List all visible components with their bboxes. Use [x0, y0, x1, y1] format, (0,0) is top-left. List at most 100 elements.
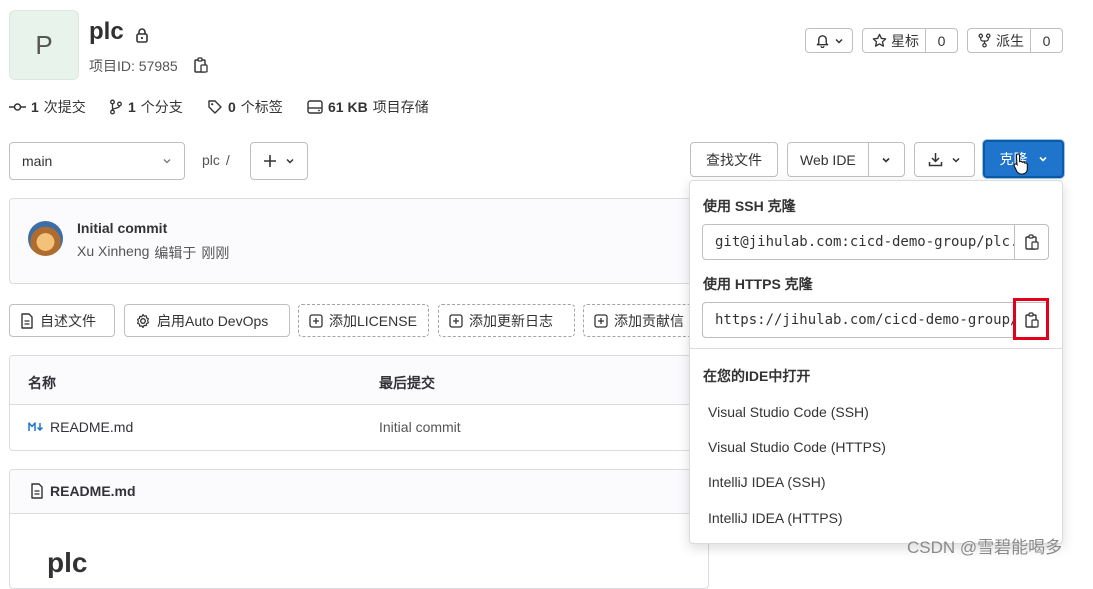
chevron-down-icon — [286, 158, 294, 164]
table-row[interactable]: README.md — [28, 419, 133, 435]
add-contributing-button[interactable]: 添加贡献信 — [583, 304, 703, 337]
column-header-last-commit: 最后提交 — [379, 375, 435, 391]
plus-icon — [264, 155, 276, 167]
autodevops-button-label: 启用Auto DevOps — [157, 312, 269, 329]
commit-message[interactable]: Initial commit — [77, 220, 167, 236]
plus-square-icon — [309, 313, 323, 328]
chevron-down-icon — [834, 38, 843, 44]
file-table-header — [10, 356, 708, 405]
ide-option-intellij-ssh[interactable]: IntelliJ IDEA (SSH) — [708, 474, 825, 490]
chevron-down-icon — [882, 157, 890, 163]
plus-square-icon — [449, 313, 463, 328]
branch-selector[interactable]: main — [9, 142, 185, 180]
breadcrumb-separator: / — [225, 152, 230, 168]
stat-branches-value: 1 — [128, 99, 136, 115]
markdown-icon — [28, 422, 44, 432]
readme-title: README.md — [30, 483, 136, 499]
fork-count[interactable]: 0 — [1031, 33, 1062, 49]
file-last-commit[interactable]: Initial commit — [379, 419, 461, 435]
chevron-down-icon — [163, 159, 171, 164]
fork-icon — [978, 33, 991, 48]
readme-button-label: 自述文件 — [40, 312, 96, 329]
fork-button[interactable]: 派生 0 — [967, 28, 1063, 53]
web-ide-button[interactable]: Web IDE — [787, 142, 905, 177]
document-icon — [31, 483, 43, 499]
document-icon — [21, 312, 33, 329]
file-name[interactable]: README.md — [50, 419, 133, 435]
author-avatar[interactable] — [28, 221, 63, 256]
bell-icon — [816, 35, 828, 48]
copy-icon — [1024, 233, 1039, 250]
stat-branches-label: 个分支 — [140, 99, 183, 115]
project-title[interactable]: plc — [89, 18, 124, 46]
https-clone-label: 使用 HTTPS 克隆 — [703, 276, 813, 292]
find-file-button[interactable]: 查找文件 — [690, 142, 778, 177]
copy-project-id-icon[interactable] — [193, 57, 209, 74]
star-icon — [872, 33, 887, 47]
add-license-button[interactable]: 添加LICENSE — [298, 304, 429, 337]
dropdown-divider — [690, 348, 1062, 349]
stat-tags-label: 个标签 — [240, 99, 283, 115]
project-id: 项目ID: 57985 — [89, 58, 178, 74]
stat-storage[interactable]: 61 KB 项目存储 — [307, 97, 429, 117]
commit-author[interactable]: Xu Xinheng — [77, 243, 149, 263]
tag-icon — [208, 100, 222, 114]
stat-branches[interactable]: 1 个分支 — [109, 97, 183, 117]
download-icon — [928, 153, 943, 167]
add-contributing-label: 添加贡献信 — [614, 312, 684, 329]
commit-icon — [9, 103, 26, 111]
plus-square-icon — [594, 313, 608, 328]
branch-name: main — [22, 153, 53, 169]
last-commit-panel — [9, 198, 709, 284]
branch-icon — [110, 99, 122, 115]
download-button[interactable] — [914, 142, 975, 177]
avatar-letter: P — [35, 29, 53, 60]
mouse-cursor-icon — [1013, 153, 1028, 175]
stat-storage-value: 61 KB — [328, 99, 368, 115]
ide-option-intellij-https[interactable]: IntelliJ IDEA (HTTPS) — [708, 510, 843, 526]
ssh-url-field[interactable]: git@jihulab.com:cicd-demo-group/plc.git — [702, 224, 1015, 260]
ide-option-vscode-ssh[interactable]: Visual Studio Code (SSH) — [708, 404, 869, 420]
chevron-down-icon — [1038, 156, 1047, 162]
readme-button[interactable]: 自述文件 — [9, 304, 115, 337]
clone-dropdown: 使用 SSH 克隆 git@jihulab.com:cicd-demo-grou… — [689, 180, 1063, 544]
stat-tags-value: 0 — [228, 99, 236, 115]
column-header-name: 名称 — [28, 375, 56, 391]
storage-icon — [307, 100, 323, 114]
copy-ssh-url-button[interactable] — [1014, 224, 1049, 260]
web-ide-label[interactable]: Web IDE — [788, 143, 869, 176]
stat-storage-label: 项目存储 — [372, 99, 429, 115]
commit-time: 刚刚 — [201, 245, 230, 261]
add-file-button[interactable] — [250, 142, 308, 180]
commit-action: 编辑于 — [154, 245, 197, 261]
fork-label: 派生 — [996, 32, 1024, 49]
add-changelog-label: 添加更新日志 — [469, 312, 553, 329]
readme-title-text[interactable]: README.md — [50, 483, 136, 499]
chevron-down-icon — [952, 157, 960, 163]
ssh-clone-label: 使用 SSH 克隆 — [703, 198, 796, 214]
add-changelog-button[interactable]: 添加更新日志 — [438, 304, 575, 337]
add-license-label: 添加LICENSE — [329, 312, 417, 329]
autodevops-button[interactable]: 启用Auto DevOps — [124, 304, 290, 337]
ide-section-header: 在您的IDE中打开 — [703, 368, 811, 384]
breadcrumb-root[interactable]: plc — [202, 152, 220, 168]
ide-option-vscode-https[interactable]: Visual Studio Code (HTTPS) — [708, 439, 886, 455]
stat-commits[interactable]: 1 次提交 — [9, 97, 86, 117]
project-avatar: P — [9, 10, 79, 80]
watermark: CSDN @雪碧能喝多 — [907, 538, 1063, 557]
star-count[interactable]: 0 — [926, 33, 957, 49]
highlight-box — [1013, 298, 1049, 340]
commit-meta: Xu Xinheng 编辑于 刚刚 — [77, 243, 229, 263]
notification-button[interactable] — [805, 28, 853, 53]
gear-icon — [137, 313, 149, 328]
https-url-field[interactable]: https://jihulab.com/cicd-demo-group/plc.… — [702, 302, 1015, 338]
file-table — [9, 355, 709, 451]
web-ide-dropdown[interactable] — [869, 155, 904, 165]
readme-heading: plc — [47, 547, 88, 578]
star-button[interactable]: 星标 0 — [862, 28, 958, 53]
stat-commits-value: 1 — [31, 99, 39, 115]
stat-commits-label: 次提交 — [43, 99, 86, 115]
lock-icon — [136, 28, 148, 43]
stat-tags[interactable]: 0 个标签 — [207, 97, 283, 117]
breadcrumb: plc / — [202, 152, 230, 168]
